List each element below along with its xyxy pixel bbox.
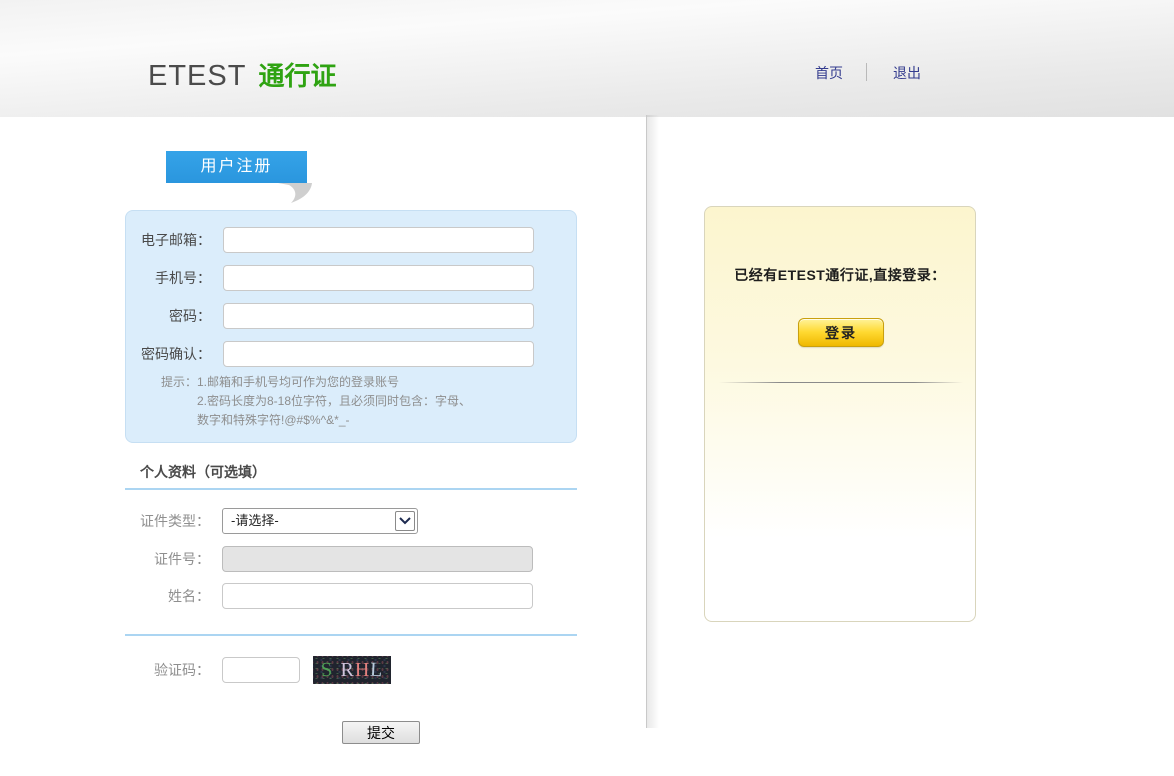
login-panel-divider	[719, 382, 963, 383]
password-tips: 提示：1.邮箱和手机号均可作为您的登录账号 2.密码长度为8-18位字符，且必须…	[126, 373, 566, 430]
captcha-letter: H	[354, 659, 370, 681]
login-prompt: 已经有ETEST通行证,直接登录：	[734, 267, 946, 283]
page: ETEST 通行证 首页 退出 用户注册 电子邮箱： 手机号： 密码： 密码确认：…	[0, 0, 1174, 776]
password-confirm-label: 密码确认：	[141, 346, 211, 362]
login-panel: 已经有ETEST通行证,直接登录： 登录	[704, 206, 976, 622]
section-divider-top	[125, 488, 577, 490]
nav-logout-link[interactable]: 退出	[893, 65, 921, 81]
captcha-input[interactable]	[222, 657, 300, 683]
tab-tail-decoration	[278, 183, 312, 203]
submit-button[interactable]: 提交	[342, 721, 420, 744]
profile-section-title: 个人资料（可选填）	[140, 464, 266, 480]
id-number-input	[222, 546, 533, 572]
name-label: 姓名：	[168, 588, 210, 604]
captcha-letter: R	[340, 659, 354, 681]
email-input[interactable]	[223, 227, 534, 253]
logo-text-pass: 通行证	[258, 61, 337, 91]
id-type-label: 证件类型：	[140, 513, 210, 529]
header: ETEST 通行证 首页 退出	[0, 0, 1174, 117]
captcha-letter: S	[320, 658, 334, 682]
tips-line-2: 2.密码长度为8-18位字符，且必须同时包含：字母、	[197, 394, 472, 408]
site-logo: ETEST 通行证	[148, 56, 336, 93]
id-type-selected-value: -请选择-	[231, 513, 279, 528]
password-label: 密码：	[169, 308, 211, 324]
captcha-letter: L	[369, 658, 384, 682]
mobile-input[interactable]	[223, 265, 534, 291]
chevron-down-icon	[395, 511, 415, 531]
name-input[interactable]	[222, 583, 533, 609]
password-input[interactable]	[223, 303, 534, 329]
captcha-label: 验证码：	[154, 662, 210, 678]
nav-home-link[interactable]: 首页	[815, 65, 843, 81]
mobile-label: 手机号：	[155, 270, 211, 286]
id-number-label: 证件号：	[154, 551, 210, 567]
tips-line-1: 提示：1.邮箱和手机号均可作为您的登录账号	[161, 375, 400, 389]
section-divider-bottom	[125, 634, 577, 636]
nav-divider	[866, 63, 867, 81]
register-tab: 用户注册	[166, 151, 307, 183]
logo-text-etest: ETEST	[148, 60, 247, 92]
email-label: 电子邮箱：	[141, 232, 211, 248]
content-divider-shadow	[647, 115, 659, 728]
id-type-select[interactable]: -请选择-	[222, 508, 418, 534]
password-confirm-input[interactable]	[223, 341, 534, 367]
tips-line-3: 数字和特殊字符!@#$%^&*_-	[197, 413, 350, 427]
register-panel: 电子邮箱： 手机号： 密码： 密码确认： 提示：1.邮箱和手机号均可作为您的登录…	[125, 210, 577, 443]
login-button[interactable]: 登录	[798, 318, 884, 347]
captcha-image[interactable]: S R H L	[313, 656, 391, 684]
